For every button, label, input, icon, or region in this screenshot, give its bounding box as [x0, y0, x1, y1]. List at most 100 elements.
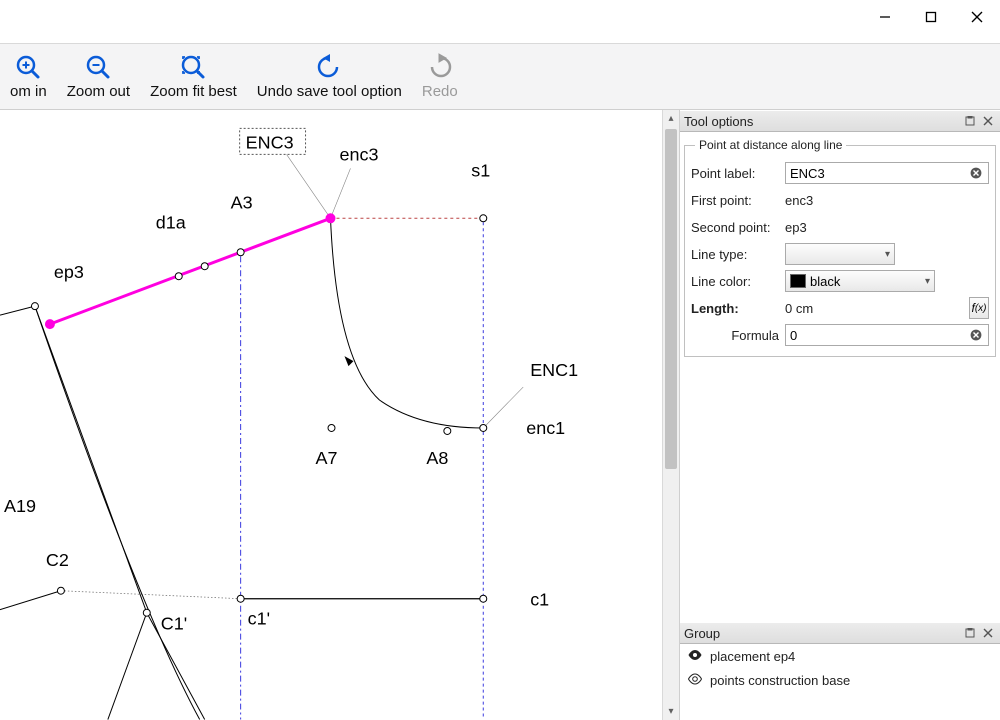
point-near-d1a[interactable]: [201, 263, 208, 270]
point-C1p[interactable]: [143, 609, 150, 616]
tool-options-legend: Point at distance along line: [695, 138, 846, 152]
work-area: ENC3 enc3 s1 A3 d1a ep3 A19 C2 C1' c1' A…: [0, 110, 1000, 720]
undo-icon: [315, 53, 343, 81]
group-dock-header[interactable]: Group: [680, 622, 1000, 644]
tool-options-dock-header[interactable]: Tool options: [680, 110, 1000, 132]
formula-field[interactable]: [790, 328, 968, 343]
window-minimize-button[interactable]: [862, 0, 908, 34]
line-type-select[interactable]: ▾: [785, 243, 895, 265]
toolbar: om in Zoom out Zoom fit best Undo save t…: [0, 44, 1000, 110]
formula-input[interactable]: [785, 324, 989, 346]
group-item-label: points construction base: [710, 673, 850, 688]
formula-label: Formula: [691, 328, 785, 343]
canvas-wrap: ENC3 enc3 s1 A3 d1a ep3 A19 C2 C1' c1' A…: [0, 110, 680, 720]
scroll-down-arrow[interactable]: ▾: [663, 703, 679, 720]
point-s1[interactable]: [480, 215, 487, 222]
label-A8: A8: [426, 448, 448, 468]
second-point-label: Second point:: [691, 220, 785, 235]
point-c1[interactable]: [480, 595, 487, 602]
label-c1p: c1': [248, 609, 270, 629]
point-label-label: Point label:: [691, 166, 785, 181]
zoom-out-button[interactable]: Zoom out: [57, 44, 140, 109]
second-point-value: ep3: [785, 220, 807, 235]
line-type-label: Line type:: [691, 247, 785, 262]
zoom-fit-button[interactable]: Zoom fit best: [140, 44, 247, 109]
zoom-fit-icon: [179, 53, 207, 81]
point-A3[interactable]: [237, 249, 244, 256]
side-panel: Tool options Point at distance along lin…: [680, 110, 1000, 720]
curve-enc3-enc1: [331, 218, 484, 428]
label-A19: A19: [4, 496, 36, 516]
drawing-canvas[interactable]: ENC3 enc3 s1 A3 d1a ep3 A19 C2 C1' c1' A…: [0, 110, 662, 720]
leader-enc3: [331, 168, 351, 218]
point-ep3-end[interactable]: [45, 320, 54, 329]
zoom-out-icon: [84, 53, 112, 81]
redo-button[interactable]: Redo: [412, 44, 468, 109]
eye-outline-icon: [686, 673, 704, 688]
label-ENC1: ENC1: [530, 360, 578, 380]
line-left-to-C2: [0, 591, 61, 610]
first-point-label: First point:: [691, 193, 785, 208]
label-C2: C2: [46, 550, 69, 570]
dock-float-icon[interactable]: [962, 625, 978, 641]
undo-button[interactable]: Undo save tool option: [247, 44, 412, 109]
point-enc1[interactable]: [480, 424, 487, 431]
point-label-input[interactable]: [785, 162, 989, 184]
undo-label: Undo save tool option: [257, 83, 402, 100]
line-color-select[interactable]: black ▾: [785, 270, 935, 292]
label-ENC3: ENC3: [246, 132, 294, 152]
point-A7[interactable]: [328, 424, 335, 431]
zoom-in-label: om in: [10, 83, 47, 100]
line-C1p-down2: [108, 613, 147, 720]
label-C1p: C1': [161, 614, 187, 634]
window-titlebar: [0, 0, 1000, 34]
tool-options-body: Point at distance along line Point label…: [680, 132, 1000, 622]
redo-label: Redo: [422, 83, 458, 100]
arrowhead-curve: [344, 356, 353, 366]
first-point-value: enc3: [785, 193, 813, 208]
line-ep3-curve: [35, 306, 200, 719]
point-c1p[interactable]: [237, 595, 244, 602]
point-d1a[interactable]: [175, 273, 182, 280]
point-label-field[interactable]: [790, 166, 968, 181]
label-enc3: enc3: [339, 144, 378, 164]
tool-options-fieldset: Point at distance along line Point label…: [684, 138, 996, 357]
point-C2[interactable]: [57, 587, 64, 594]
dock-close-icon[interactable]: [980, 113, 996, 129]
line-color-value: black: [810, 274, 840, 289]
clear-icon[interactable]: [968, 165, 984, 181]
group-item[interactable]: points construction base: [680, 668, 1000, 692]
line-left-to-ep3: [0, 306, 35, 315]
dock-close-icon[interactable]: [980, 625, 996, 641]
label-enc1: enc1: [526, 418, 565, 438]
guide-C2-c1p: [61, 591, 241, 599]
group-item[interactable]: placement ep4: [680, 644, 1000, 668]
zoom-in-icon: [14, 53, 42, 81]
label-ep3: ep3: [54, 262, 84, 282]
label-A3: A3: [231, 192, 253, 212]
formula-button[interactable]: f(x): [969, 297, 989, 319]
window-close-button[interactable]: [954, 0, 1000, 34]
segment-ep3-enc3: [50, 218, 331, 324]
redo-icon: [426, 53, 454, 81]
window-maximize-button[interactable]: [908, 0, 954, 34]
scroll-up-arrow[interactable]: ▴: [663, 110, 679, 127]
label-s1: s1: [471, 160, 490, 180]
group-title: Group: [684, 626, 960, 641]
label-A7: A7: [316, 448, 338, 468]
leader-ENC1: [483, 387, 523, 428]
canvas-scrollbar[interactable]: ▴ ▾: [662, 110, 679, 720]
zoom-fit-label: Zoom fit best: [150, 83, 237, 100]
point-A8[interactable]: [444, 427, 451, 434]
point-enc3[interactable]: [326, 214, 335, 223]
scroll-thumb[interactable]: [665, 129, 677, 469]
chevron-down-icon: ▾: [885, 249, 890, 260]
zoom-in-button[interactable]: om in: [0, 44, 57, 109]
clear-icon[interactable]: [968, 327, 984, 343]
eye-filled-icon: [686, 649, 704, 664]
dock-float-icon[interactable]: [962, 113, 978, 129]
group-list: placement ep4 points construction base: [680, 644, 1000, 720]
group-item-label: placement ep4: [710, 649, 795, 664]
point-ep3[interactable]: [31, 303, 38, 310]
color-swatch-icon: [790, 274, 806, 288]
